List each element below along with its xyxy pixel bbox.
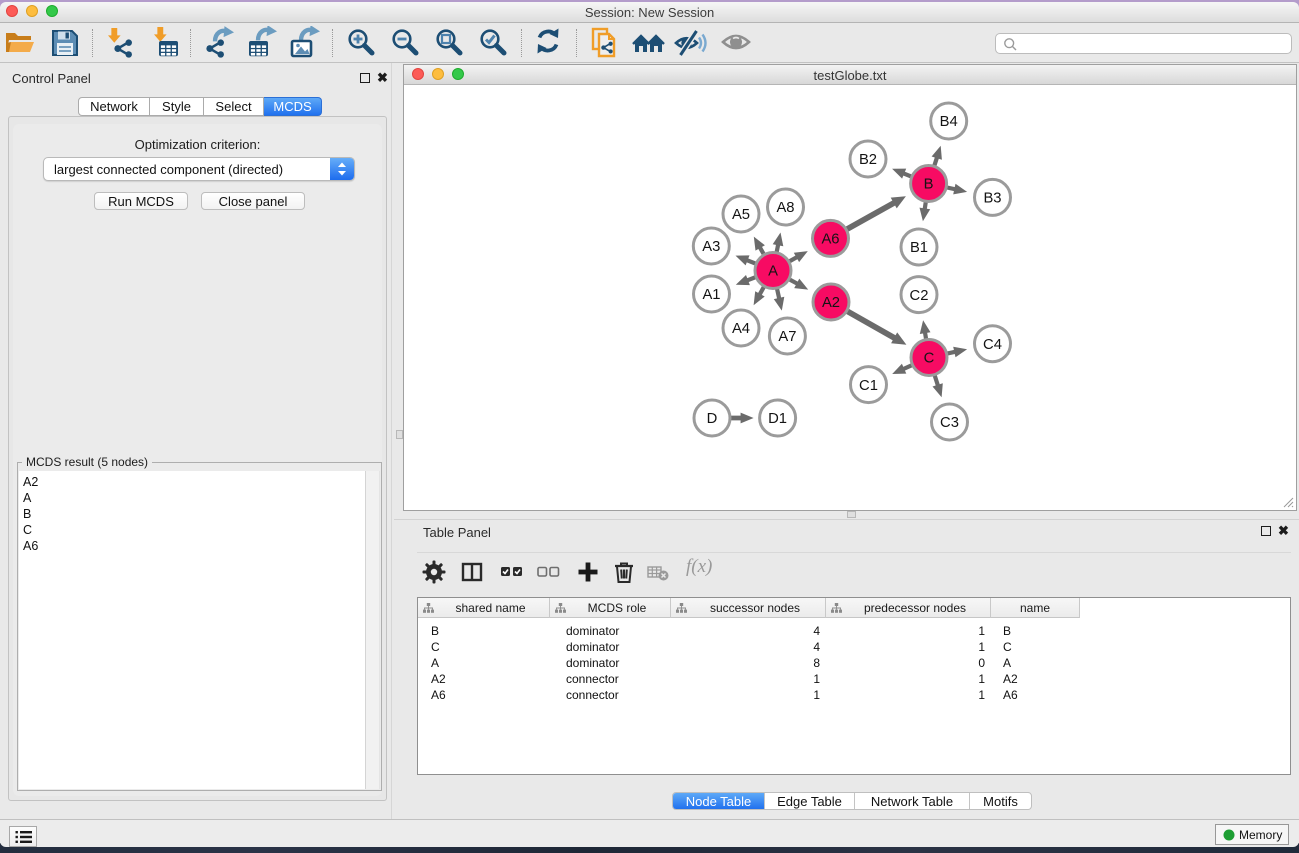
svg-text:B4: B4 <box>940 114 958 130</box>
svg-text:A3: A3 <box>702 239 720 255</box>
svg-text:B3: B3 <box>983 191 1001 207</box>
svg-text:B: B <box>924 177 934 193</box>
svg-text:A2: A2 <box>822 295 840 311</box>
svg-text:A4: A4 <box>732 321 750 337</box>
svg-text:B1: B1 <box>910 240 928 256</box>
svg-text:A8: A8 <box>776 200 794 216</box>
svg-text:A6: A6 <box>821 232 839 248</box>
svg-text:D: D <box>707 411 718 427</box>
svg-text:A: A <box>768 264 778 280</box>
svg-text:C2: C2 <box>910 288 929 304</box>
svg-text:C1: C1 <box>859 378 878 394</box>
svg-text:C4: C4 <box>983 337 1002 353</box>
svg-text:C3: C3 <box>940 415 959 431</box>
svg-text:A5: A5 <box>732 207 750 223</box>
svg-text:D1: D1 <box>768 411 787 427</box>
svg-text:A1: A1 <box>702 287 720 303</box>
svg-text:A7: A7 <box>778 329 796 345</box>
svg-text:B2: B2 <box>859 152 877 168</box>
svg-text:C: C <box>924 351 935 367</box>
